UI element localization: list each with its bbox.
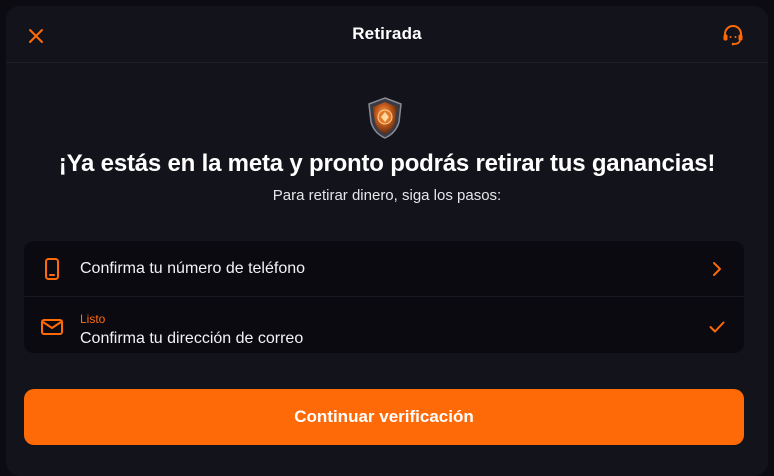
modal-header: Retirada: [6, 6, 768, 63]
step-label: Confirma tu número de teléfono: [80, 260, 306, 277]
step-label: Confirma tu dirección de correo: [80, 330, 304, 347]
step-confirm-email[interactable]: Listo Confirma tu dirección de correo: [24, 297, 744, 353]
phone-icon: [41, 258, 63, 280]
page-title: Retirada: [352, 24, 422, 43]
checkmark-icon: [708, 318, 726, 336]
status-badge: Listo: [80, 312, 106, 326]
mail-icon: [41, 316, 63, 338]
headset-support-icon: [723, 25, 743, 46]
hero-headline: ¡Ya estás en la meta y pronto podrás ret…: [58, 150, 716, 177]
withdrawal-modal: Retirada ¡Ya estás en la meta y pronto p…: [6, 6, 768, 476]
continue-verification-button[interactable]: Continuar verificación: [24, 389, 744, 445]
step-confirm-phone[interactable]: Confirma tu número de teléfono: [24, 241, 744, 297]
shield-badge-icon: [365, 96, 405, 140]
support-button[interactable]: [720, 22, 746, 48]
chevron-right-icon: [708, 260, 726, 278]
verification-steps: Confirma tu número de teléfono Listo Con…: [24, 241, 744, 353]
hero-subline: Para retirar dinero, siga los pasos:: [272, 187, 502, 204]
